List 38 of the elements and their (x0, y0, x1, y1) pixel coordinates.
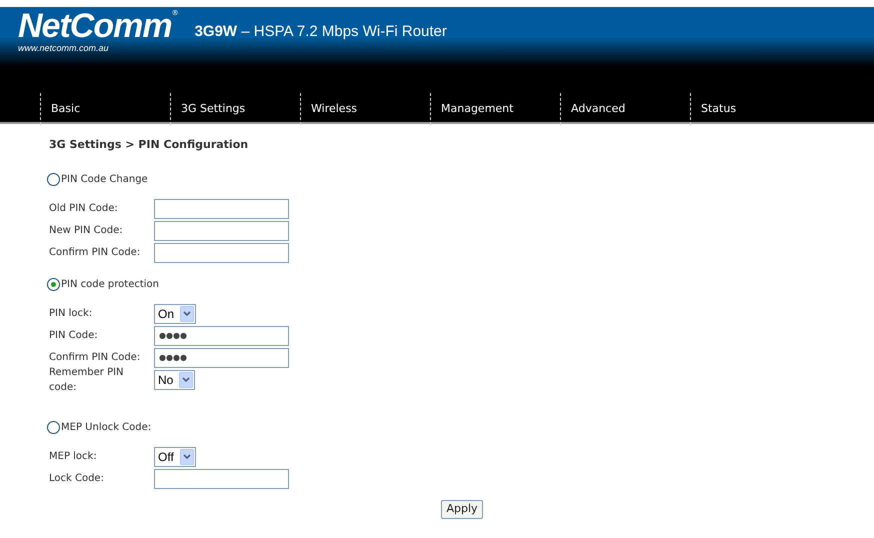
field-label: MEP lock: (49, 450, 98, 464)
radio-label: PIN Code Change (61, 172, 148, 186)
password-field[interactable]: ●●●● (154, 326, 289, 346)
radio-label: MEP Unlock Code: (61, 420, 152, 434)
logo: NetComm (18, 9, 172, 43)
dropdown[interactable]: On (154, 304, 196, 324)
product-title: 3G9W – HSPA 7.2 Mbps Wi-Fi Router (194, 22, 447, 42)
breadcrumb: 3G Settings > PIN Configuration (49, 137, 250, 153)
radio-label: PIN code protection (61, 278, 160, 292)
dropdown[interactable]: Off (154, 446, 196, 466)
field-label: Confirm PIN Code: (49, 246, 142, 260)
input-field[interactable] (154, 198, 289, 218)
nav-tab[interactable]: Management (441, 100, 514, 118)
nav-tab[interactable]: 3G Settings (181, 100, 246, 118)
dropdown[interactable]: No (154, 370, 196, 390)
field-label: Remember PIN code: (49, 366, 125, 394)
apply-button[interactable]: Apply (441, 500, 483, 519)
nav-tab[interactable]: Wireless (311, 100, 358, 118)
nav-tab[interactable]: Basic (51, 100, 80, 118)
input-field[interactable] (154, 242, 289, 262)
field-label: Confirm PIN Code: (49, 351, 142, 365)
logo-url: www.netcomm.com.au (18, 43, 110, 53)
password-field[interactable]: ●●●● (154, 348, 289, 368)
nav-tab[interactable]: Advanced (571, 100, 626, 118)
caret-icon (180, 306, 194, 322)
caret-icon (179, 372, 194, 388)
nav-tab[interactable]: Status (701, 100, 736, 118)
radio-button[interactable] (47, 420, 60, 434)
field-label: Lock Code: (49, 472, 105, 486)
field-label: PIN Code: (49, 329, 99, 343)
field-label: Old PIN Code: (49, 202, 119, 216)
radio-button[interactable] (47, 278, 60, 290)
field-label: New PIN Code: (49, 224, 124, 238)
caret-icon (180, 448, 194, 464)
radio-button[interactable] (47, 172, 60, 186)
field-label: PIN lock: (49, 307, 94, 321)
input-field[interactable] (154, 220, 289, 240)
input-field[interactable] (154, 468, 289, 488)
